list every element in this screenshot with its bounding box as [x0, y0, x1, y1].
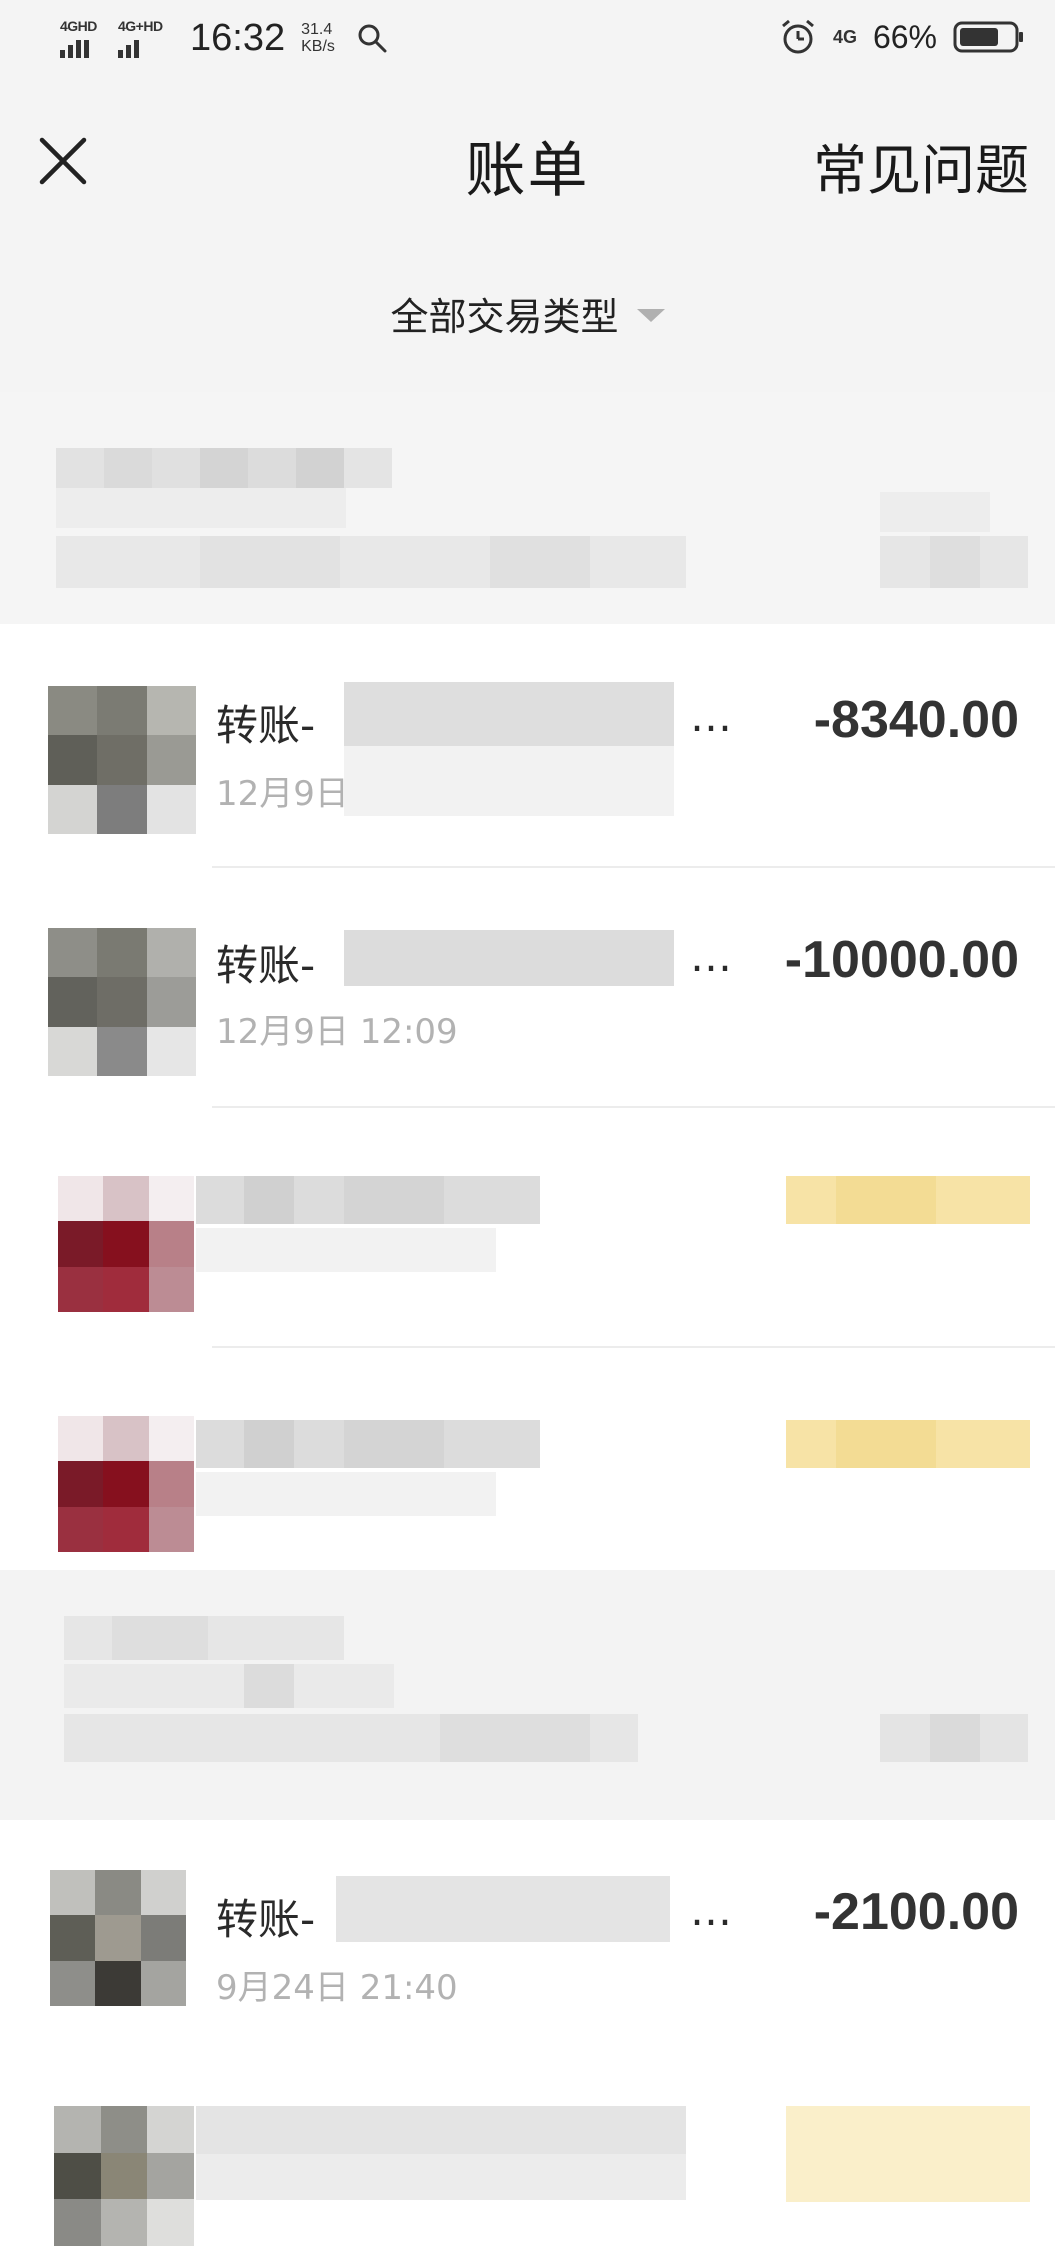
- title-ellipsis: …: [690, 692, 732, 741]
- transaction-title: 转账-: [216, 1895, 316, 1944]
- redacted-name: [336, 1876, 670, 1942]
- status-bar: 4GHD 4G+HD 16:32 31.4 KB/s 4G 66%: [0, 0, 1055, 92]
- avatar-6: [54, 2106, 194, 2246]
- avatar-5: [50, 1870, 186, 2006]
- transaction-row-1[interactable]: 转账- … 12月9日 -8340.00: [0, 626, 1055, 868]
- transaction-amount: -8340.00: [813, 691, 1019, 749]
- status-time: 16:32: [190, 16, 286, 59]
- transaction-time: 12月9日 12:09: [216, 1012, 458, 1052]
- transaction-amount: -10000.00: [784, 931, 1019, 989]
- status-right: 4G 66%: [779, 18, 1025, 56]
- transaction-type-filter[interactable]: 全部交易类型: [0, 286, 1055, 341]
- bill-screen: 4GHD 4G+HD 16:32 31.4 KB/s 4G 66% 账单 常见问…: [0, 0, 1055, 2248]
- redacted-summary-2: [0, 1570, 1055, 1820]
- transaction-row-2[interactable]: 转账- … 12月9日 12:09 -10000.00: [0, 868, 1055, 1108]
- transaction-row-4-redacted[interactable]: [0, 1348, 1055, 1570]
- signal-2-label: 4G+HD: [118, 18, 163, 34]
- title-ellipsis: …: [690, 932, 732, 981]
- caret-down-icon: [636, 309, 665, 322]
- avatar-3: [58, 1176, 194, 1312]
- transaction-amount: -2100.00: [813, 1883, 1019, 1941]
- signal-1-label: 4GHD: [60, 18, 97, 34]
- transaction-title: 转账-: [216, 701, 316, 750]
- alarm-icon: [781, 19, 814, 54]
- transaction-row-6-redacted[interactable]: [0, 2056, 1055, 2248]
- battery-icon: [953, 21, 1023, 53]
- avatar-4: [58, 1416, 194, 1552]
- network-type: 4G: [832, 26, 857, 47]
- signal-2-icon: 4G+HD: [116, 16, 168, 60]
- transaction-time: 9月24日 21:40: [216, 1968, 458, 2008]
- network-speed: 31.4 KB/s: [301, 21, 335, 55]
- avatar-2: [48, 928, 196, 1076]
- title-ellipsis: …: [690, 1886, 732, 1935]
- speed-value: 31.4: [301, 21, 333, 38]
- transaction-row-3-redacted[interactable]: [0, 1108, 1055, 1348]
- filter-label: 全部交易类型: [390, 295, 619, 339]
- transaction-time: 12月9日: [216, 774, 349, 814]
- redacted-name: [344, 930, 674, 986]
- signal-1-icon: 4GHD: [58, 16, 102, 60]
- redacted-name: [344, 682, 674, 746]
- transaction-title: 转账-: [216, 941, 316, 990]
- search-icon: [358, 24, 387, 53]
- status-left: 4GHD 4G+HD 16:32 31.4 KB/s: [58, 16, 387, 60]
- battery-percent: 66%: [872, 18, 937, 55]
- faq-link[interactable]: 常见问题: [813, 126, 1029, 205]
- redacted-summary-1: [0, 392, 1055, 624]
- speed-unit: KB/s: [301, 38, 335, 55]
- transaction-row-5[interactable]: 转账- … 9月24日 21:40 -2100.00: [0, 1820, 1055, 2056]
- avatar-1: [48, 686, 196, 834]
